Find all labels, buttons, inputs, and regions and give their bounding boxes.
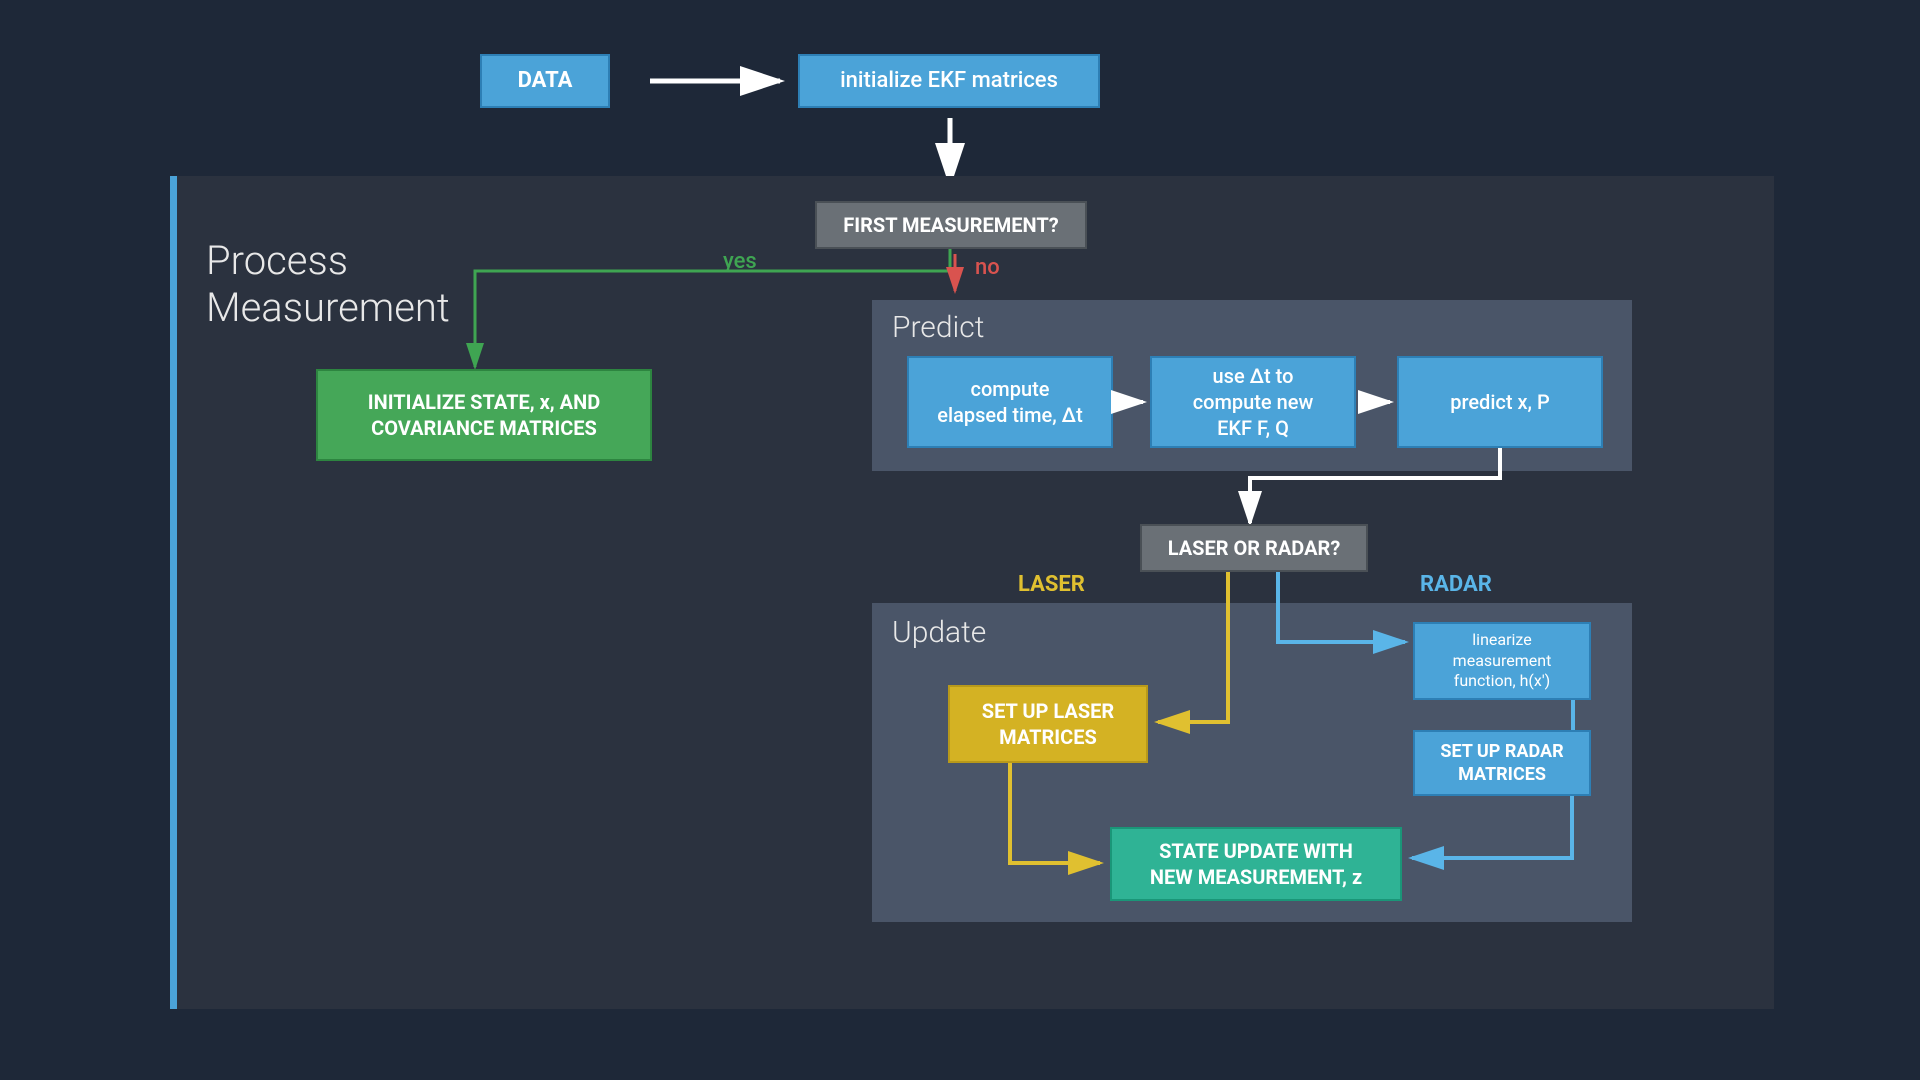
data-box: DATA <box>480 54 610 108</box>
set-radar-box: SET UP RADAR MATRICES <box>1413 730 1591 796</box>
predict-fq-box: use Δt to compute new EKF F, Q <box>1150 356 1356 448</box>
laser-label: LASER <box>1018 572 1085 597</box>
arrow-predict-2 <box>1356 392 1400 412</box>
no-label: no <box>975 255 1000 280</box>
predict-elapsed-box: compute elapsed time, Δt <box>907 356 1113 448</box>
arrow-linearize-to-setradar <box>1563 700 1583 735</box>
init-state-label: INITIALIZE STATE, x, AND COVARIANCE MATR… <box>368 389 600 441</box>
first-measurement-box: FIRST MEASUREMENT? <box>815 201 1087 249</box>
panel-accent <box>170 176 177 1009</box>
init-state-box: INITIALIZE STATE, x, AND COVARIANCE MATR… <box>316 369 652 461</box>
arrow-predict-1 <box>1113 392 1153 412</box>
arrow-setradar-to-update <box>1402 796 1602 886</box>
radar-label: RADAR <box>1420 572 1492 597</box>
arrow-radar-branch <box>1270 572 1430 672</box>
laser-or-radar-box: LASER OR RADAR? <box>1140 524 1368 572</box>
state-update-box: STATE UPDATE WITH NEW MEASUREMENT, z <box>1110 827 1402 901</box>
process-title: Process Measurement <box>206 190 450 331</box>
arrow-data-to-init <box>630 70 790 100</box>
data-label: DATA <box>518 67 573 96</box>
set-laser-box: SET UP LASER MATRICES <box>948 685 1148 763</box>
first-measurement-label: FIRST MEASUREMENT? <box>843 212 1058 238</box>
process-title-text: Process Measurement <box>206 237 450 331</box>
init-ekf-label: initialize EKF matrices <box>840 67 1058 96</box>
linearize-box: linearize measurement function, h(x') <box>1413 622 1591 700</box>
arrow-laser-branch <box>1148 572 1248 742</box>
predict-title: Predict <box>892 310 984 345</box>
predict-xp-box: predict x, P <box>1397 356 1603 448</box>
arrow-laser-to-update <box>998 763 1128 883</box>
update-title: Update <box>892 615 986 650</box>
init-ekf-box: initialize EKF matrices <box>798 54 1100 108</box>
